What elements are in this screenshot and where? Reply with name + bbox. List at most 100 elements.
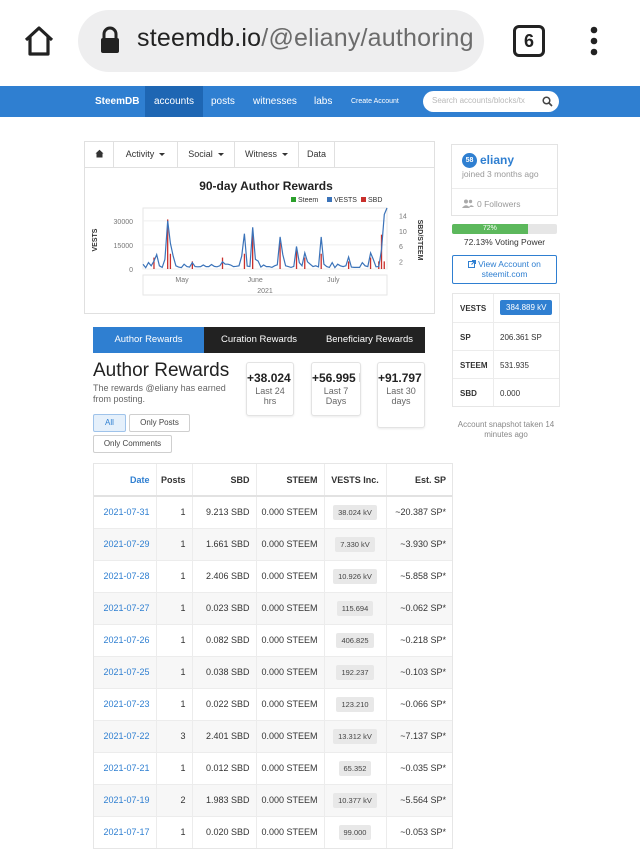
brand-logo[interactable]: SteemDB <box>95 86 139 117</box>
filter-comments-button[interactable]: Only Comments <box>93 435 172 453</box>
x-axis-year: 2021 <box>257 288 273 295</box>
date-cell[interactable]: 2021-07-19 <box>94 783 157 816</box>
chart-canvas: 90-day Author Rewards Steem VESTS SBD 30000 1… <box>92 179 423 296</box>
sbd-cell: 9.213 SBD <box>192 495 257 528</box>
date-cell[interactable]: 2021-07-25 <box>94 655 157 688</box>
steem-cell: 0.000 STEEM <box>256 559 325 592</box>
y-tick-left: 15000 <box>114 243 134 250</box>
more-menu-icon[interactable] <box>590 26 598 56</box>
home-small-icon <box>95 149 103 158</box>
posts-cell: 1 <box>156 623 193 656</box>
sbd-cell: 2.406 SBD <box>192 559 257 592</box>
site-navbar: SteemDB accounts posts witnesses labs Cr… <box>0 86 640 117</box>
table-row: 2021-07-22 3 2.401 SBD 0.000 STEEM 13.312 kV… <box>94 719 452 752</box>
vests-pill: 192.237 <box>336 664 374 680</box>
nav-accounts[interactable]: accounts <box>145 86 204 117</box>
vests-pill: 10.377 kV <box>333 792 377 808</box>
lock-icon <box>101 26 119 53</box>
nav-posts[interactable]: posts <box>211 86 235 117</box>
date-cell[interactable]: 2021-07-22 <box>94 719 157 752</box>
stat-value: +38.024 kV <box>247 371 293 385</box>
col-vests[interactable]: VESTS Inc. <box>324 464 387 497</box>
reward-type-tabs: Author Rewards Curation Rewards Benefici… <box>93 327 425 353</box>
balance-row-sp: SP 206.361 SP <box>453 322 559 350</box>
followers-link[interactable]: 0 Followers <box>477 199 520 209</box>
date-cell[interactable]: 2021-07-31 <box>94 495 157 528</box>
vests-cell: 13.312 kV <box>324 719 387 752</box>
balance-value: 0.000 <box>500 389 521 398</box>
steem-cell: 0.000 STEEM <box>256 655 325 688</box>
date-cell[interactable]: 2021-07-29 <box>94 527 157 560</box>
filter-posts-button[interactable]: Only Posts <box>129 414 190 432</box>
sbd-cell: 0.012 SBD <box>192 751 257 784</box>
search-icon[interactable] <box>542 96 553 107</box>
voting-power-label: 72.13% Voting Power <box>463 237 546 247</box>
date-cell[interactable]: 2021-07-26 <box>94 623 157 656</box>
balance-row-sbd: SBD 0.000 <box>453 378 559 406</box>
stat-last-7d: +56.995 kV Last 7 Days <box>311 362 361 416</box>
tab-curation-rewards[interactable]: Curation Rewards <box>204 327 314 353</box>
tab-switcher-icon[interactable]: 6 <box>513 25 545 57</box>
date-cell[interactable]: 2021-07-21 <box>94 751 157 784</box>
table-row: 2021-07-25 1 0.038 SBD 0.000 STEEM 192.237 ~0… <box>94 655 452 688</box>
stat-label: Last 30 days <box>386 386 416 406</box>
balance-row-vests: VESTS 384.889 kV <box>453 294 559 322</box>
legend-label: SBD <box>368 197 382 204</box>
vests-cell: 10.926 kV <box>324 559 387 592</box>
browser-toolbar: steemdb.io/@eliany/authoring 6 <box>0 0 640 86</box>
url-text[interactable]: steemdb.io/@eliany/authoring <box>137 24 474 53</box>
col-date[interactable]: Date <box>94 464 157 497</box>
tab-witness[interactable]: Witness <box>235 142 299 167</box>
steem-cell: 0.000 STEEM <box>256 495 325 528</box>
col-steem[interactable]: STEEM <box>256 464 325 497</box>
vests-pill: 7.330 kV <box>335 536 375 552</box>
col-est-sp[interactable]: Est. SP <box>386 464 452 497</box>
tab-author-rewards[interactable]: Author Rewards <box>93 327 204 353</box>
col-sbd[interactable]: SBD <box>192 464 257 497</box>
est-sp-cell: ~0.053 SP* <box>386 815 452 848</box>
balance-value: 384.889 kV <box>500 300 553 315</box>
vests-pill: 65.352 <box>338 760 372 776</box>
search-placeholder: Search accounts/blocks/tx <box>432 96 525 105</box>
profile-name-link[interactable]: eliany <box>480 153 514 167</box>
col-posts[interactable]: Posts <box>156 464 193 497</box>
vests-cell: 10.377 kV <box>324 783 387 816</box>
account-tabs: Activity Social Witness Data <box>84 141 435 168</box>
tab-activity[interactable]: Activity <box>114 142 178 167</box>
voting-power-bar: 72% <box>452 224 557 234</box>
est-sp-cell: ~0.218 SP* <box>386 623 452 656</box>
date-cell[interactable]: 2021-07-23 <box>94 687 157 720</box>
table-row: 2021-07-29 1 1.661 SBD 0.000 STEEM 7.330 kV ~… <box>94 527 452 560</box>
date-cell[interactable]: 2021-07-28 <box>94 559 157 592</box>
date-cell[interactable]: 2021-07-27 <box>94 591 157 624</box>
tab-beneficiary-rewards[interactable]: Beneficiary Rewards <box>314 327 425 353</box>
tab-data[interactable]: Data <box>299 142 335 167</box>
divider <box>452 188 557 189</box>
vests-cell: 192.237 <box>324 655 387 688</box>
vests-cell: 99.000 <box>324 815 387 848</box>
view-on-steemit-button[interactable]: View Account on steemit.com <box>452 255 557 284</box>
legend-swatch <box>361 197 366 202</box>
filter-all-button[interactable]: All <box>93 414 126 432</box>
nav-create-account[interactable]: Create Account <box>351 86 399 117</box>
date-cell[interactable]: 2021-07-17 <box>94 815 157 848</box>
tab-home[interactable] <box>85 142 114 167</box>
est-sp-cell: ~0.035 SP* <box>386 751 452 784</box>
est-sp-cell: ~5.858 SP* <box>386 559 452 592</box>
home-icon[interactable] <box>22 24 56 58</box>
table-row: 2021-07-23 1 0.022 SBD 0.000 STEEM 123.210 ~0… <box>94 687 452 720</box>
chevron-down-icon <box>159 153 166 157</box>
y-tick-right: 14 <box>399 214 407 221</box>
nav-witnesses[interactable]: witnesses <box>253 86 297 117</box>
tab-social[interactable]: Social <box>178 142 235 167</box>
est-sp-cell: ~0.062 SP* <box>386 591 452 624</box>
vests-cell: 123.210 <box>324 687 387 720</box>
snapshot-note: Account snapshot taken 14 minutes ago <box>457 420 555 439</box>
url-host: steemdb.io <box>137 24 262 52</box>
vests-cell: 65.352 <box>324 751 387 784</box>
y-tick-left: 30000 <box>114 219 134 226</box>
reputation-badge: 58 <box>462 153 477 168</box>
balance-key: VESTS <box>460 304 487 313</box>
search-input[interactable]: Search accounts/blocks/tx <box>423 91 559 112</box>
nav-labs[interactable]: labs <box>314 86 332 117</box>
